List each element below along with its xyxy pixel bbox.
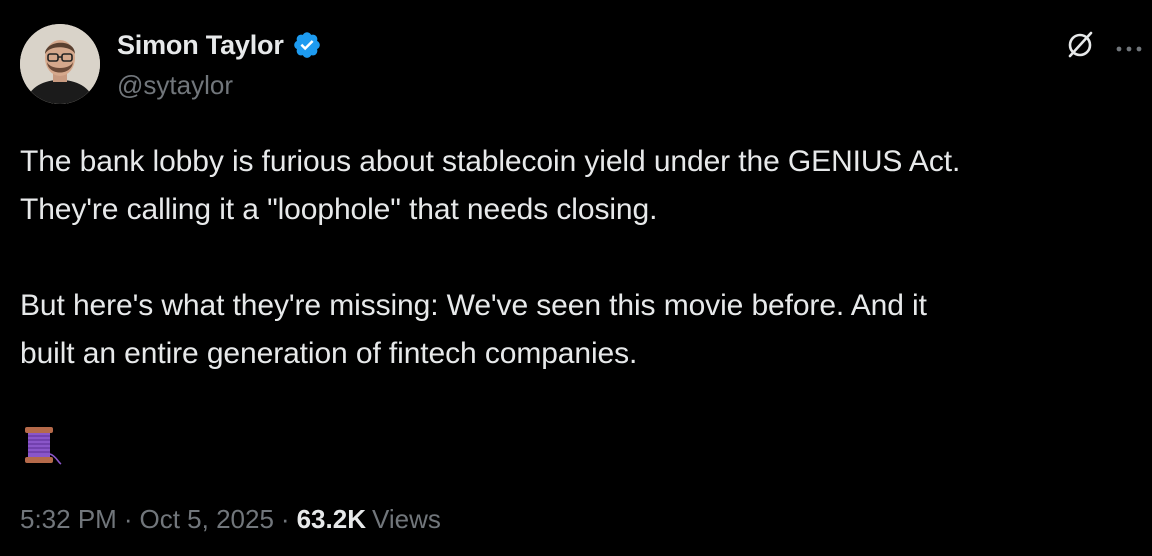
- views-count: 63.2K: [296, 504, 366, 534]
- tweet-line: But here's what they're missing: We've s…: [20, 289, 927, 322]
- author-handle[interactable]: @sytaylor: [117, 70, 233, 101]
- avatar-image: [20, 24, 100, 104]
- meta-separator: ·: [123, 504, 133, 534]
- tweet: Simon Taylor @sytaylor The bank lobby is…: [0, 0, 1152, 556]
- views-label: Views: [371, 504, 441, 534]
- verified-badge-icon[interactable]: [292, 30, 322, 60]
- tweet-date[interactable]: Oct 5, 2025: [140, 504, 274, 535]
- tweet-line: built an entire generation of fintech co…: [20, 337, 638, 370]
- tweet-text: The bank lobby is furious about stableco…: [20, 138, 1140, 378]
- tweet-line: The bank lobby is furious about stableco…: [20, 145, 961, 178]
- avatar[interactable]: [20, 24, 100, 104]
- grok-icon[interactable]: [1064, 28, 1096, 60]
- tweet-meta: 5:32 PM · Oct 5, 2025 · 63.2K Views: [20, 504, 441, 535]
- more-options-icon[interactable]: [1114, 40, 1144, 52]
- tweet-line: They're calling it a "loophole" that nee…: [20, 193, 658, 226]
- author-display-name[interactable]: Simon Taylor: [117, 30, 284, 61]
- author-name-row: Simon Taylor: [117, 28, 322, 62]
- spool-of-thread-icon: [20, 424, 62, 466]
- tweet-time[interactable]: 5:32 PM: [20, 504, 117, 535]
- meta-separator: ·: [280, 504, 290, 534]
